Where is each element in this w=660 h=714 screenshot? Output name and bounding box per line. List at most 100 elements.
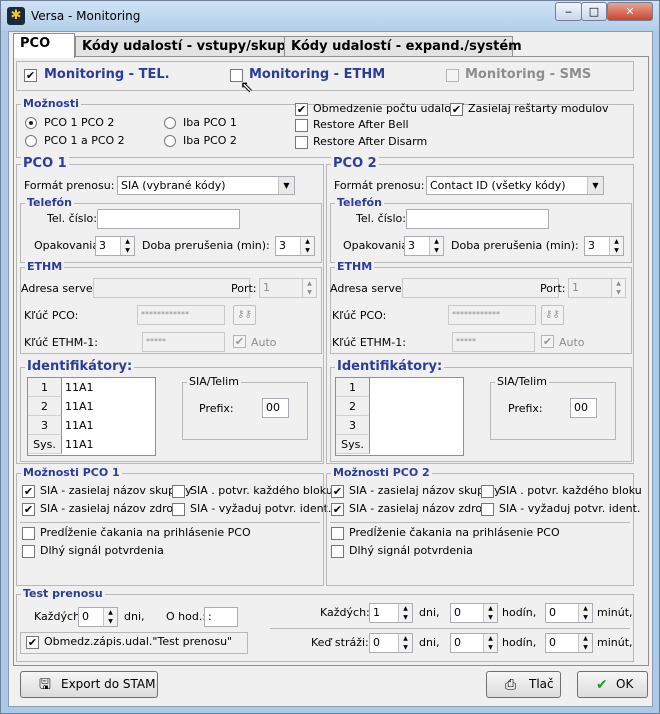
spin-arrows-icon[interactable]: ▲ ▼ [611,279,625,297]
pco2-o5-checkbox[interactable] [331,527,344,540]
spin-arrows-icon[interactable]: ▲ ▼ [103,608,117,626]
radio-pco1-a-pco2[interactable] [25,135,37,147]
spin-arrows-icon[interactable]: ▲ ▼ [398,634,412,652]
pco2-ethm-title: ETHM [335,260,375,273]
pco2-prefix-input[interactable]: 00 [570,398,597,418]
table-row[interactable]: 1 11A1 [28,378,155,397]
spin-arrows-icon[interactable]: ▲ ▼ [429,237,443,255]
obmedzenie-checkbox[interactable]: ✔ [295,103,308,116]
export-stam-button[interactable]: 🖫 Export do STAM [20,671,158,698]
pco2-format-select[interactable]: Contact ID (všetky kódy) ▼ [426,176,604,195]
pco1-o3-checkbox[interactable]: ✔ [22,503,35,516]
pco1-sia-title: SIA/Telim [187,375,241,388]
close-button[interactable]: ✕ [607,2,653,21]
pco1-auto-checkbox[interactable]: ✔ [233,335,246,348]
title-bar[interactable]: ✱ Versa - Monitoring ‒ □ ✕ [1,1,659,31]
pco1-o1-checkbox[interactable]: ✔ [22,485,35,498]
spin-arrows-icon[interactable]: ▲ ▼ [483,634,497,652]
pco1-adresa-input[interactable] [93,278,250,298]
table-row[interactable]: 3 11A1 [28,416,155,435]
pco2-doba-spinner[interactable]: 3 ▲ ▼ [584,236,624,256]
table-row[interactable]: 2 [336,397,463,416]
test-days-spinner[interactable]: 0 ▲ ▼ [78,607,118,627]
minimize-button[interactable]: ‒ [555,2,582,21]
spin-arrows-icon[interactable]: ▲ ▼ [578,604,592,622]
pco2-kluc-input[interactable]: ************ [448,305,536,325]
spin-arrows-icon[interactable]: ▲ ▼ [302,279,316,297]
restore-bell-checkbox[interactable] [295,119,308,132]
restarty-checkbox[interactable]: ✔ [450,103,463,116]
maximize-button[interactable]: □ [581,2,607,21]
test-r2-hours-spinner[interactable]: 0 ▲ ▼ [450,633,498,653]
cell-value[interactable]: 11A1 [65,416,94,435]
pco1-tel-input[interactable] [97,209,240,229]
key-icon[interactable]: ⚷⚷ [541,305,564,325]
spin-arrows-icon[interactable]: ▲ ▼ [120,237,134,255]
pco1-kluc-input[interactable]: ************ [137,305,225,325]
tab-kody-expand[interactable]: Kódy udalostí - expand./systém [284,36,522,58]
pco1-prefix-input[interactable]: 00 [262,398,289,418]
spin-arrows-icon[interactable]: ▲ ▼ [578,634,592,652]
cell-value[interactable]: 11A1 [65,397,94,416]
pco2-o4-checkbox[interactable] [481,503,494,516]
key-icon[interactable]: ⚷⚷ [233,305,256,325]
radio-pco1-a-pco2-label: PCO 1 a PCO 2 [44,134,125,147]
pco1-port-spinner[interactable]: 1 ▲ ▼ [259,278,317,298]
table-row[interactable]: Sys. 11A1 [28,435,155,454]
monitoring-sms-checkbox[interactable] [446,69,459,82]
test-r1-hours-spinner[interactable]: 0 ▲ ▼ [450,603,498,623]
pco2-adresa-input[interactable] [402,278,559,298]
pco2-o3-checkbox[interactable]: ✔ [331,503,344,516]
pco1-opak-spinner[interactable]: 3 ▲ ▼ [95,236,135,256]
radio-iba-pco2-label: Iba PCO 2 [183,134,237,147]
cell-value[interactable]: 11A1 [65,378,94,397]
monitoring-tel-checkbox[interactable]: ✔ [24,69,37,82]
pco1-o4-checkbox[interactable] [172,503,185,516]
print-button[interactable]: ⎙ Tlač [486,671,561,698]
restore-disarm-checkbox[interactable] [295,136,308,149]
ok-button[interactable]: ✔ OK [577,671,648,698]
pco2-kluc2-input[interactable]: ***** [452,332,535,352]
tab-pco[interactable]: PCO [13,33,75,58]
pco1-o5-label: Predĺženie čakania na prihlásenie PCO [40,526,251,539]
pco2-auto-checkbox[interactable]: ✔ [541,335,554,348]
table-row[interactable]: 2 11A1 [28,397,155,416]
pco2-opak-spinner[interactable]: 3 ▲ ▼ [404,236,444,256]
pco2-tel-input[interactable] [406,209,549,229]
row-header: 1 [28,378,62,397]
cell-value[interactable]: 11A1 [65,435,94,454]
pco1-o2-checkbox[interactable] [172,485,185,498]
spin-arrows-icon[interactable]: ▲ ▼ [300,237,314,255]
spin-arrows-icon[interactable]: ▲ ▼ [609,237,623,255]
pco1-o5-checkbox[interactable] [22,527,35,540]
radio-pco1-pco2[interactable] [25,117,37,129]
test-r1-days-spinner[interactable]: 1 ▲ ▼ [369,603,413,623]
test-time-input[interactable]: : [204,607,238,627]
radio-iba-pco2[interactable] [164,135,176,147]
test-r1-min-spinner[interactable]: 0 ▲ ▼ [545,603,593,623]
tab-kody-vstupy[interactable]: Kódy udalostí - vstupy/skup. [75,36,291,58]
table-row[interactable]: 1 [336,378,463,397]
radio-iba-pco1[interactable] [164,117,176,129]
pco1-id-grid[interactable]: 1 11A1 2 11A1 3 11A1 Sys. 11A1 [27,377,156,456]
pco1-format-select[interactable]: SIA (vybrané kódy) ▼ [117,176,295,195]
test-r2-min-spinner[interactable]: 0 ▲ ▼ [545,633,593,653]
test-r2-days-spinner[interactable]: 0 ▲ ▼ [369,633,413,653]
pco2-o6-checkbox[interactable] [331,545,344,558]
pco2-id-grid[interactable]: 1 2 3 Sys. [335,377,464,456]
table-row[interactable]: Sys. [336,435,463,454]
pco1-tel-label: Tel. číslo: [47,212,97,225]
pco1-o2-label: SIA . potvr. každého bloku [190,484,333,497]
pco1-port-value: 1 [263,281,270,294]
pco2-o1-checkbox[interactable]: ✔ [331,485,344,498]
pco1-doba-spinner[interactable]: 3 ▲ ▼ [275,236,315,256]
pco2-o2-checkbox[interactable] [481,485,494,498]
spin-arrows-icon[interactable]: ▲ ▼ [483,604,497,622]
obmedzenie-label: Obmedzenie počtu udalostí [313,102,465,115]
spin-arrows-icon[interactable]: ▲ ▼ [398,604,412,622]
pco1-o6-checkbox[interactable] [22,545,35,558]
table-row[interactable]: 3 [336,416,463,435]
test-obmedz-checkbox[interactable]: ✔ [26,636,39,649]
pco2-port-spinner[interactable]: 1 ▲ ▼ [568,278,626,298]
pco1-kluc2-input[interactable]: ***** [142,332,225,352]
